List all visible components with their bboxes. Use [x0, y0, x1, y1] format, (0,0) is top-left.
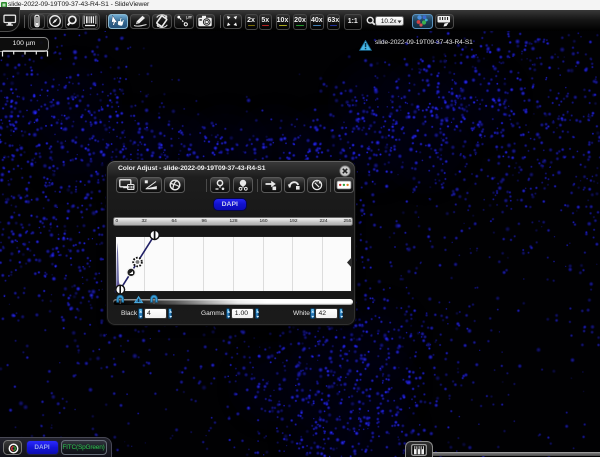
svg-text:µm: µm — [186, 15, 192, 20]
